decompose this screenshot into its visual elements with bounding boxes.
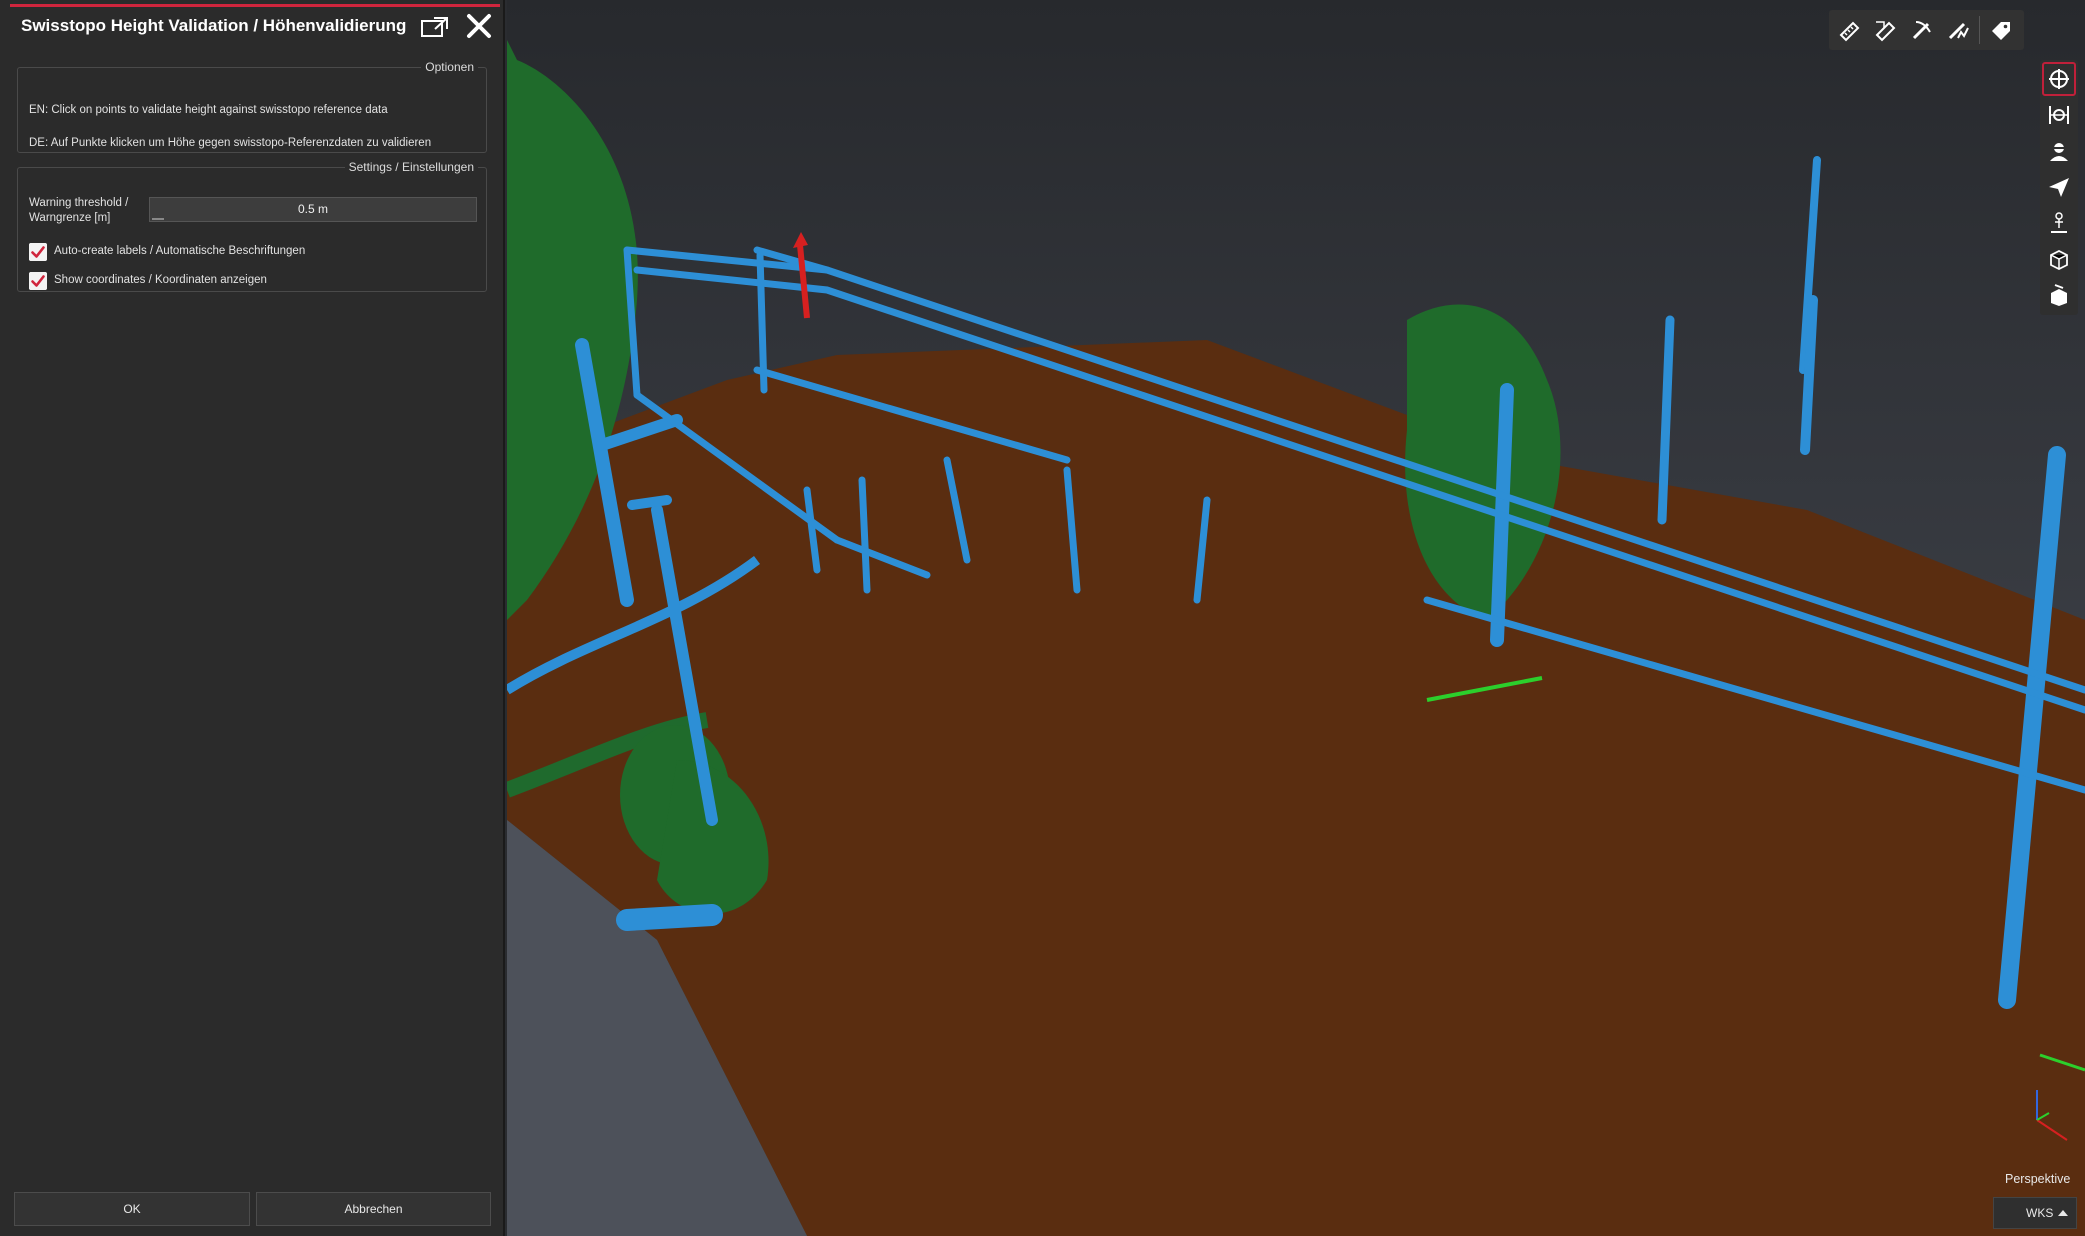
coord-system-value: WKS: [2026, 1206, 2054, 1220]
instruction-en: EN: Click on points to validate height a…: [29, 104, 388, 116]
settings-group: Settings / Einstellungen Warning thresho…: [17, 160, 487, 292]
accent-bar: [10, 4, 500, 7]
measure-height-icon[interactable]: [1910, 18, 1934, 42]
threshold-value: 0.5 m: [297, 202, 328, 216]
projection-label: Perspektive: [2005, 1172, 2071, 1186]
first-person-icon[interactable]: [2047, 211, 2071, 235]
coord-system-select[interactable]: WKS: [1993, 1197, 2077, 1229]
point-cloud-scene[interactable]: [507, 0, 2085, 1236]
fit-view-icon[interactable]: [2047, 103, 2071, 127]
close-icon[interactable]: [464, 11, 494, 41]
settings-legend: Settings / Einstellungen: [348, 160, 474, 174]
validation-dialog: Swisstopo Height Validation / Höhenvalid…: [0, 0, 505, 1236]
coords-checkbox[interactable]: [29, 272, 47, 290]
options-legend: Optionen: [425, 60, 474, 74]
ok-button[interactable]: OK: [14, 1192, 250, 1226]
threshold-slider-mark: [152, 218, 164, 220]
threshold-label: Warning threshold / Warngrenze [m]: [29, 196, 159, 226]
point-cloud-viewport[interactable]: [507, 0, 2085, 1236]
options-group: Optionen EN: Click on points to validate…: [17, 60, 487, 153]
dialog-title: Swisstopo Height Validation / Höhenvalid…: [21, 16, 407, 35]
label-tag-icon[interactable]: [1989, 18, 2013, 42]
coords-label[interactable]: Show coordinates / Koordinaten anzeigen: [54, 274, 267, 286]
threshold-label-line2: Warngrenze [m]: [29, 212, 111, 224]
threshold-label-line1: Warning threshold /: [29, 197, 129, 209]
autolabels-checkbox[interactable]: [29, 243, 47, 261]
measure-area-icon[interactable]: [1874, 18, 1898, 42]
box-view-icon[interactable]: [2047, 247, 2071, 271]
threshold-input[interactable]: 0.5 m: [149, 197, 477, 222]
measure-toolbar: [1829, 10, 2024, 50]
chevron-up-icon: [2058, 1210, 2068, 1216]
navigation-toolbar: [2040, 60, 2078, 315]
walk-person-icon[interactable]: [2047, 139, 2071, 163]
measure-profile-icon[interactable]: [1946, 18, 1970, 42]
cancel-button[interactable]: Abbrechen: [256, 1192, 491, 1226]
orbit-icon[interactable]: [2047, 67, 2071, 91]
fly-plane-icon[interactable]: [2047, 175, 2071, 199]
clip-box-icon[interactable]: [2047, 283, 2071, 307]
autolabels-label[interactable]: Auto-create labels / Automatische Beschr…: [54, 245, 305, 257]
toolbar-divider: [1979, 16, 1980, 44]
instruction-de: DE: Auf Punkte klicken um Höhe gegen swi…: [29, 137, 432, 149]
popout-icon[interactable]: [420, 15, 450, 39]
measure-distance-icon[interactable]: [1838, 18, 1862, 42]
